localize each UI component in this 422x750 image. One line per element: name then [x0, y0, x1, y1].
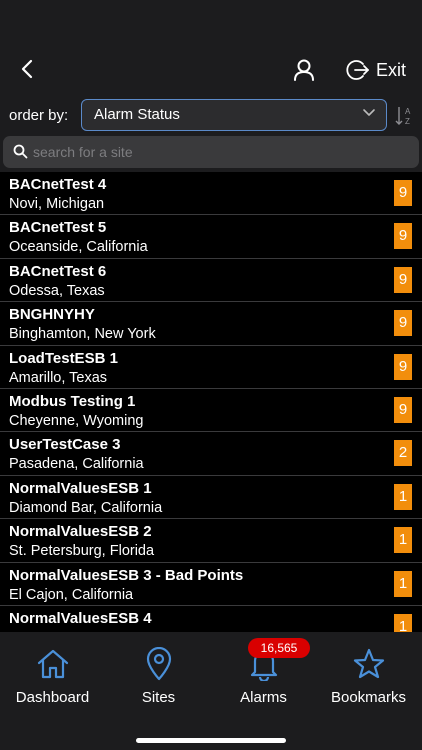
alarm-count-badge: 9 [394, 266, 412, 293]
alarm-count-badge: 9 [394, 310, 412, 337]
order-by-label: order by: [9, 107, 69, 124]
home-icon [36, 646, 70, 682]
site-name: BNGHNYHY [9, 306, 95, 324]
profile-button[interactable] [290, 56, 318, 84]
search-bar [0, 136, 422, 172]
alarm-count-badge: 2 [394, 440, 412, 467]
list-item[interactable]: NormalValuesESB 3 - Bad Points El Cajon,… [0, 563, 422, 606]
order-by-value: Alarm Status [94, 106, 180, 123]
svg-text:Z: Z [405, 117, 410, 126]
tab-dashboard-label: Dashboard [15, 689, 90, 706]
site-location: El Cajon, California [9, 586, 134, 603]
exit-button[interactable]: Exit [346, 56, 406, 84]
site-name: LoadTestESB 1 [9, 349, 118, 367]
search-icon [13, 144, 28, 159]
tab-bookmarks-label: Bookmarks [330, 689, 407, 706]
search-input[interactable] [33, 140, 403, 164]
site-name: NormalValuesESB 3 - Bad Points [9, 566, 244, 584]
bottom-tab-bar: Dashboard Sites Alarms Bookmarks 16,565 [0, 632, 422, 750]
list-item[interactable]: BNGHNYHY Binghamton, New York 9 [0, 302, 422, 346]
logout-icon [346, 60, 369, 80]
site-location: St. Petersburg, Florida [9, 543, 155, 560]
alarms-count-badge: 16,565 [248, 638, 310, 658]
chevron-left-icon [21, 59, 33, 79]
alarm-count-badge: 9 [394, 180, 412, 206]
svg-text:A: A [405, 107, 411, 116]
list-item[interactable]: BACnetTest 5 Oceanside, California 9 [0, 215, 422, 259]
site-location: Amarillo, Texas [9, 369, 108, 386]
tab-dashboard[interactable]: Dashboard [0, 646, 105, 706]
alarm-count-badge: 1 [394, 527, 412, 554]
list-item[interactable]: Modbus Testing 1 Cheyenne, Wyoming 9 [0, 389, 422, 433]
site-location: Pasadena, California [9, 456, 144, 473]
sort-az-icon[interactable]: A Z [394, 104, 416, 128]
site-name: BACnetTest 4 [9, 176, 107, 193]
tab-sites-label: Sites [141, 689, 176, 706]
list-item[interactable]: NormalValuesESB 1 Diamond Bar, Californi… [0, 476, 422, 520]
site-name: BACnetTest 6 [9, 262, 107, 280]
order-by-bar: order by: Alarm Status A Z [0, 98, 422, 136]
site-location: Oceanside, California [9, 239, 148, 256]
alarm-count-badge: 9 [394, 353, 412, 380]
top-navigation-bar: Exit [0, 0, 422, 98]
site-name: BACnetTest 5 [9, 219, 107, 237]
site-name: NormalValuesESB 1 [9, 479, 152, 497]
alarm-count-badge: 9 [394, 397, 412, 423]
site-location: Cheyenne, Wyoming [9, 413, 144, 429]
list-item[interactable]: BACnetTest 4 Novi, Michigan 9 [0, 172, 422, 216]
site-location: Binghamton, New York [9, 326, 156, 343]
site-location: Diamond Bar, California [9, 499, 163, 516]
tab-alarms-label: Alarms [240, 689, 287, 706]
site-name: NormalValuesESB 2 [9, 523, 152, 541]
site-location: Novi, Michigan [9, 196, 105, 212]
order-by-dropdown[interactable]: Alarm Status [81, 99, 387, 131]
exit-label: Exit [376, 59, 407, 80]
star-icon [353, 646, 385, 682]
chevron-down-icon [363, 109, 375, 116]
site-name: NormalValuesESB 4 [9, 610, 152, 627]
alarm-count-badge: 1 [394, 570, 412, 597]
site-list[interactable]: BACnetTest 4 Novi, Michigan 9 BACnetTest… [0, 172, 422, 632]
back-button[interactable] [14, 56, 40, 82]
home-indicator [136, 738, 286, 743]
list-item[interactable]: BACnetTest 6 Odessa, Texas 9 [0, 259, 422, 303]
search-field[interactable] [3, 136, 419, 168]
list-item[interactable]: NormalValuesESB 2 St. Petersburg, Florid… [0, 519, 422, 563]
list-item[interactable]: LoadTestESB 1 Amarillo, Texas 9 [0, 346, 422, 389]
tab-sites[interactable]: Sites [106, 646, 211, 706]
alarm-count-badge: 9 [394, 223, 412, 250]
site-name: Modbus Testing 1 [9, 393, 136, 410]
list-item[interactable]: NormalValuesESB 4 1 [0, 606, 422, 632]
alarm-count-badge: 1 [394, 483, 412, 510]
list-item[interactable]: UserTestCase 3 Pasadena, California 2 [0, 432, 422, 476]
site-location: Odessa, Texas [9, 282, 105, 299]
tab-bookmarks[interactable]: Bookmarks [316, 646, 421, 706]
alarm-count-badge: 1 [394, 614, 412, 632]
location-pin-icon [145, 646, 173, 682]
site-name: UserTestCase 3 [9, 436, 121, 454]
user-icon [294, 59, 314, 81]
